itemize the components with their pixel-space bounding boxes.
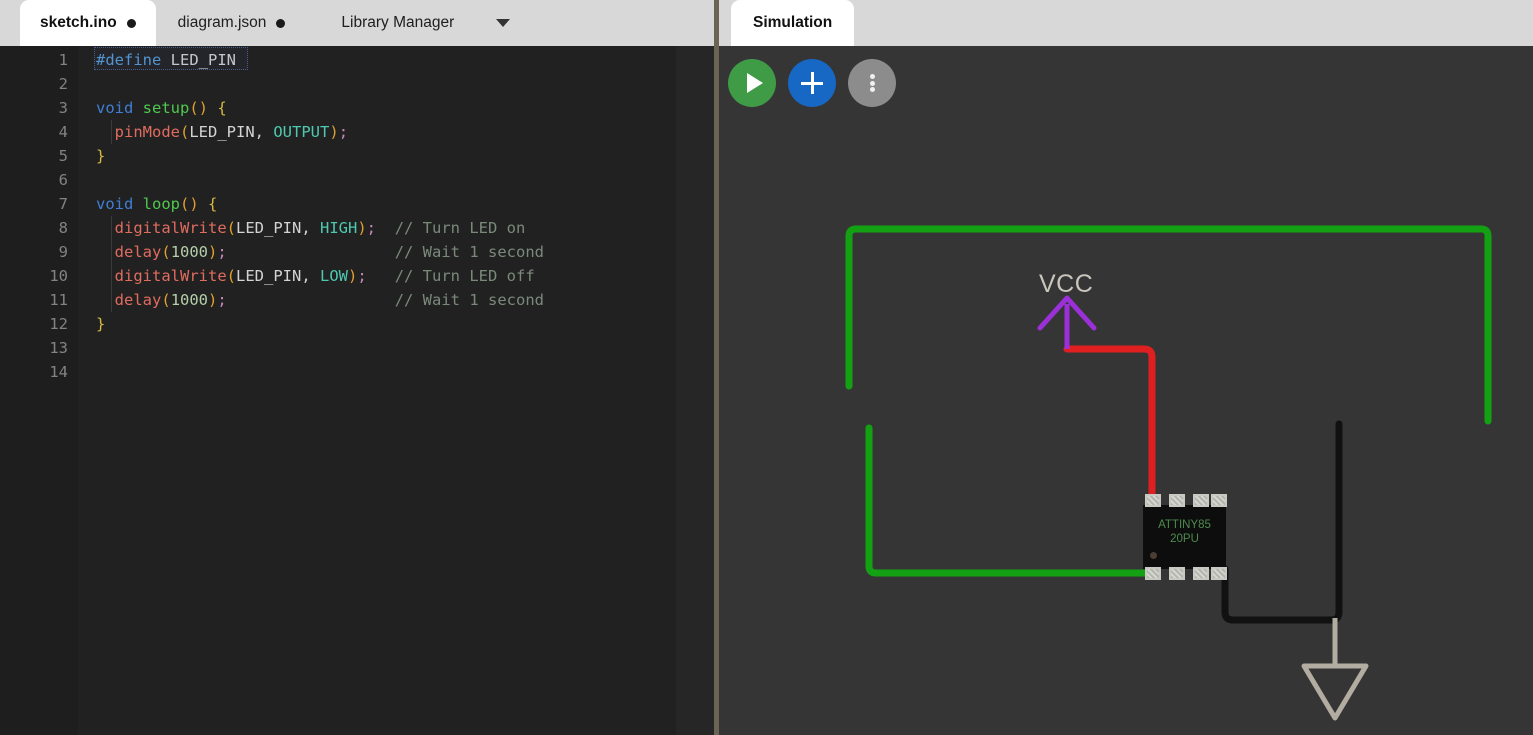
- tab-diagram-json-dirty-dot: [276, 18, 286, 28]
- tab-simulation-label: Simulation: [753, 14, 833, 31]
- chip-pin-bottom-4[interactable]: [1211, 567, 1227, 580]
- tab-diagram-json-label: diagram.json: [177, 14, 267, 32]
- code-text: digitalWrite(LED_PIN, HIGH); // Turn LED…: [114, 219, 526, 237]
- code-line: 11 delay(1000); // Wait 1 second: [0, 288, 714, 312]
- line-number: 8: [58, 219, 68, 237]
- chevron-down-icon[interactable]: [496, 19, 511, 27]
- chip-pin-top-1[interactable]: [1145, 494, 1161, 507]
- code-text: }: [96, 147, 106, 165]
- vcc-symbol: [1037, 295, 1097, 349]
- chip-pin-top-3[interactable]: [1193, 494, 1209, 507]
- tab-diagram-json[interactable]: diagram.json: [156, 0, 306, 46]
- line-number: 2: [58, 75, 68, 93]
- chip-label-line2: 20PU: [1170, 533, 1199, 545]
- tab-library-manager[interactable]: Library Manager: [305, 0, 520, 46]
- line-number: 1: [58, 51, 68, 69]
- vcc-label: VCC: [1039, 270, 1094, 298]
- code-text: }: [96, 315, 106, 333]
- chip-pin-top-2[interactable]: [1169, 494, 1185, 507]
- code-editor[interactable]: 1 #define LED_PIN 2 3 void setup() {4 pinMod…: [0, 46, 714, 735]
- code-line: 12}: [0, 312, 714, 336]
- tab-sketch-ino-label: sketch.ino: [40, 14, 117, 32]
- line-number: 11: [49, 291, 68, 309]
- line-number: 14: [49, 363, 68, 381]
- line-number: 3: [58, 99, 68, 117]
- line-number: 9: [58, 243, 68, 261]
- simulation-tab-bar: Simulation: [719, 0, 1533, 46]
- wokwi-app-window: sketch.ino diagram.json Library Manager …: [0, 0, 1533, 735]
- line-number: 4: [58, 123, 68, 141]
- selection-highlight: [94, 47, 248, 70]
- code-line: 6: [0, 168, 714, 192]
- tab-simulation[interactable]: Simulation: [731, 0, 855, 46]
- code-line: 14: [0, 360, 714, 384]
- code-text: pinMode(LED_PIN, OUTPUT);: [114, 123, 349, 141]
- chip-pin-top-4[interactable]: [1211, 494, 1227, 507]
- chip-pin-bottom-3[interactable]: [1193, 567, 1209, 580]
- code-line: 9 delay(1000); // Wait 1 second: [0, 240, 714, 264]
- code-lines: 1 #define LED_PIN 2 3 void setup() {4 pinMod…: [0, 48, 714, 384]
- tab-sketch-ino-dirty-dot: [126, 18, 136, 28]
- chip-label-line1: ATTINY85: [1158, 519, 1211, 531]
- code-line: 8 digitalWrite(LED_PIN, HIGH); // Turn L…: [0, 216, 714, 240]
- chip-label: ATTINY85 20PU: [1143, 518, 1226, 546]
- line-number: 13: [49, 339, 68, 357]
- code-text: void setup() {: [96, 99, 227, 117]
- simulation-canvas[interactable]: VCC ATTINY85 20PU: [719, 46, 1533, 735]
- code-text: void loop() {: [96, 195, 218, 213]
- chip-pin-bottom-2[interactable]: [1169, 567, 1185, 580]
- code-line: 10 digitalWrite(LED_PIN, LOW); // Turn L…: [0, 264, 714, 288]
- editor-tab-bar: sketch.ino diagram.json Library Manager: [0, 0, 714, 46]
- code-line: 5}: [0, 144, 714, 168]
- line-number: 6: [58, 171, 68, 189]
- tab-library-manager-label: Library Manager: [341, 14, 455, 32]
- code-text: delay(1000); // Wait 1 second: [114, 243, 544, 261]
- code-line: 4 pinMode(LED_PIN, OUTPUT);: [0, 120, 714, 144]
- tab-sketch-ino[interactable]: sketch.ino: [20, 0, 156, 46]
- chip-pin-bottom-1[interactable]: [1145, 567, 1161, 580]
- line-number: 10: [49, 267, 68, 285]
- code-text: delay(1000); // Wait 1 second: [114, 291, 544, 309]
- code-line: 3 void setup() {: [0, 96, 714, 120]
- code-line: 7 void loop() {: [0, 192, 714, 216]
- attiny85-chip[interactable]: ATTINY85 20PU: [1143, 494, 1227, 580]
- code-line: 13: [0, 336, 714, 360]
- simulation-pane: Simulation VCC ATTINY85 20PU: [719, 0, 1533, 735]
- code-line: 2: [0, 72, 714, 96]
- line-number: 5: [58, 147, 68, 165]
- code-editor-pane: sketch.ino diagram.json Library Manager …: [0, 0, 714, 735]
- chip-pin1-marker: [1150, 552, 1157, 559]
- line-number: 12: [49, 315, 68, 333]
- line-number: 7: [58, 195, 68, 213]
- code-text: digitalWrite(LED_PIN, LOW); // Turn LED …: [114, 267, 535, 285]
